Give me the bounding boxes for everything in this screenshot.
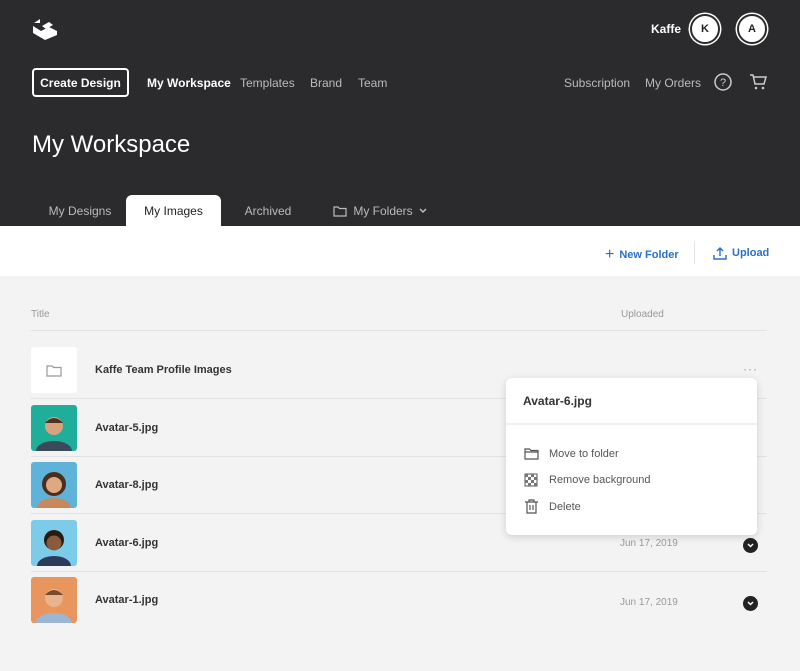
column-uploaded[interactable]: Uploaded: [621, 309, 664, 320]
create-design-button[interactable]: Create Design: [32, 68, 129, 97]
nav-my-workspace[interactable]: My Workspace: [147, 76, 231, 90]
nav-brand[interactable]: Brand: [310, 76, 342, 90]
upload-button[interactable]: Upload: [713, 246, 769, 260]
plus-icon: +: [605, 246, 615, 263]
row-title[interactable]: Avatar-8.jpg: [95, 479, 158, 491]
cart-icon[interactable]: [749, 73, 767, 91]
tab-archived[interactable]: Archived: [235, 195, 301, 226]
menu-item-remove-background[interactable]: Remove background: [524, 473, 651, 487]
avatar-k[interactable]: K: [690, 14, 720, 44]
image-thumbnail[interactable]: [31, 462, 77, 508]
nav-team[interactable]: Team: [358, 76, 387, 90]
row-action-button[interactable]: [743, 596, 758, 611]
row-action-button[interactable]: [743, 538, 758, 553]
divider: [31, 571, 767, 572]
menu-title: Avatar-6.jpg: [523, 394, 592, 408]
tab-my-folders[interactable]: My Folders: [330, 195, 430, 226]
avatar-photo: [37, 472, 71, 508]
chevron-down-icon: [419, 207, 427, 213]
chevron-down-icon: [747, 543, 754, 548]
chevron-down-icon: [747, 601, 754, 606]
context-menu: Avatar-6.jpg Move to folder Remove backg…: [506, 378, 757, 535]
image-thumbnail[interactable]: [31, 520, 77, 566]
menu-item-move-to-folder[interactable]: Move to folder: [524, 447, 619, 460]
uploaded-date: Jun 17, 2019: [620, 538, 678, 549]
more-options-icon[interactable]: ···: [743, 362, 758, 376]
divider: [31, 330, 767, 331]
row-title[interactable]: Avatar-1.jpg: [95, 594, 158, 606]
image-thumbnail[interactable]: [31, 405, 77, 451]
tab-my-designs[interactable]: My Designs: [45, 195, 115, 226]
folder-icon: [46, 364, 62, 377]
menu-label: Delete: [549, 500, 581, 513]
checkerboard-icon: [524, 473, 538, 487]
nav-my-orders[interactable]: My Orders: [645, 76, 701, 90]
menu-label: Move to folder: [549, 447, 619, 460]
folder-icon: [524, 448, 539, 460]
divider: [694, 242, 695, 264]
upload-icon: [713, 247, 727, 260]
tab-my-images[interactable]: My Images: [126, 195, 221, 226]
new-folder-label: New Folder: [619, 249, 679, 261]
tab-label: My Folders: [353, 203, 413, 218]
folder-icon: [333, 205, 347, 217]
nav-subscription[interactable]: Subscription: [564, 76, 630, 90]
avatar-photo: [36, 589, 72, 623]
column-title[interactable]: Title: [31, 309, 50, 320]
row-title[interactable]: Avatar-5.jpg: [95, 422, 158, 434]
row-title[interactable]: Kaffe Team Profile Images: [95, 364, 232, 376]
image-thumbnail[interactable]: [31, 577, 77, 623]
trash-icon: [525, 499, 538, 514]
new-folder-button[interactable]: + New Folder: [605, 246, 679, 264]
help-icon[interactable]: ?: [714, 73, 732, 91]
uploaded-date: Jun 17, 2019: [620, 597, 678, 608]
user-name: Kaffe: [651, 22, 682, 36]
folder-thumbnail[interactable]: [31, 347, 77, 393]
page-title: My Workspace: [32, 131, 191, 158]
menu-label: Remove background: [549, 474, 651, 486]
toolbar: [0, 226, 800, 276]
logo-icon[interactable]: [32, 17, 58, 41]
avatar-photo: [36, 417, 72, 451]
nav-templates[interactable]: Templates: [240, 76, 295, 90]
row-title[interactable]: Avatar-6.jpg: [95, 537, 158, 549]
avatar-photo: [37, 530, 71, 566]
divider: [506, 423, 757, 425]
menu-item-delete[interactable]: Delete: [524, 499, 581, 514]
avatar-a[interactable]: A: [737, 14, 767, 44]
upload-label: Upload: [732, 247, 770, 259]
svg-text:?: ?: [720, 77, 726, 89]
